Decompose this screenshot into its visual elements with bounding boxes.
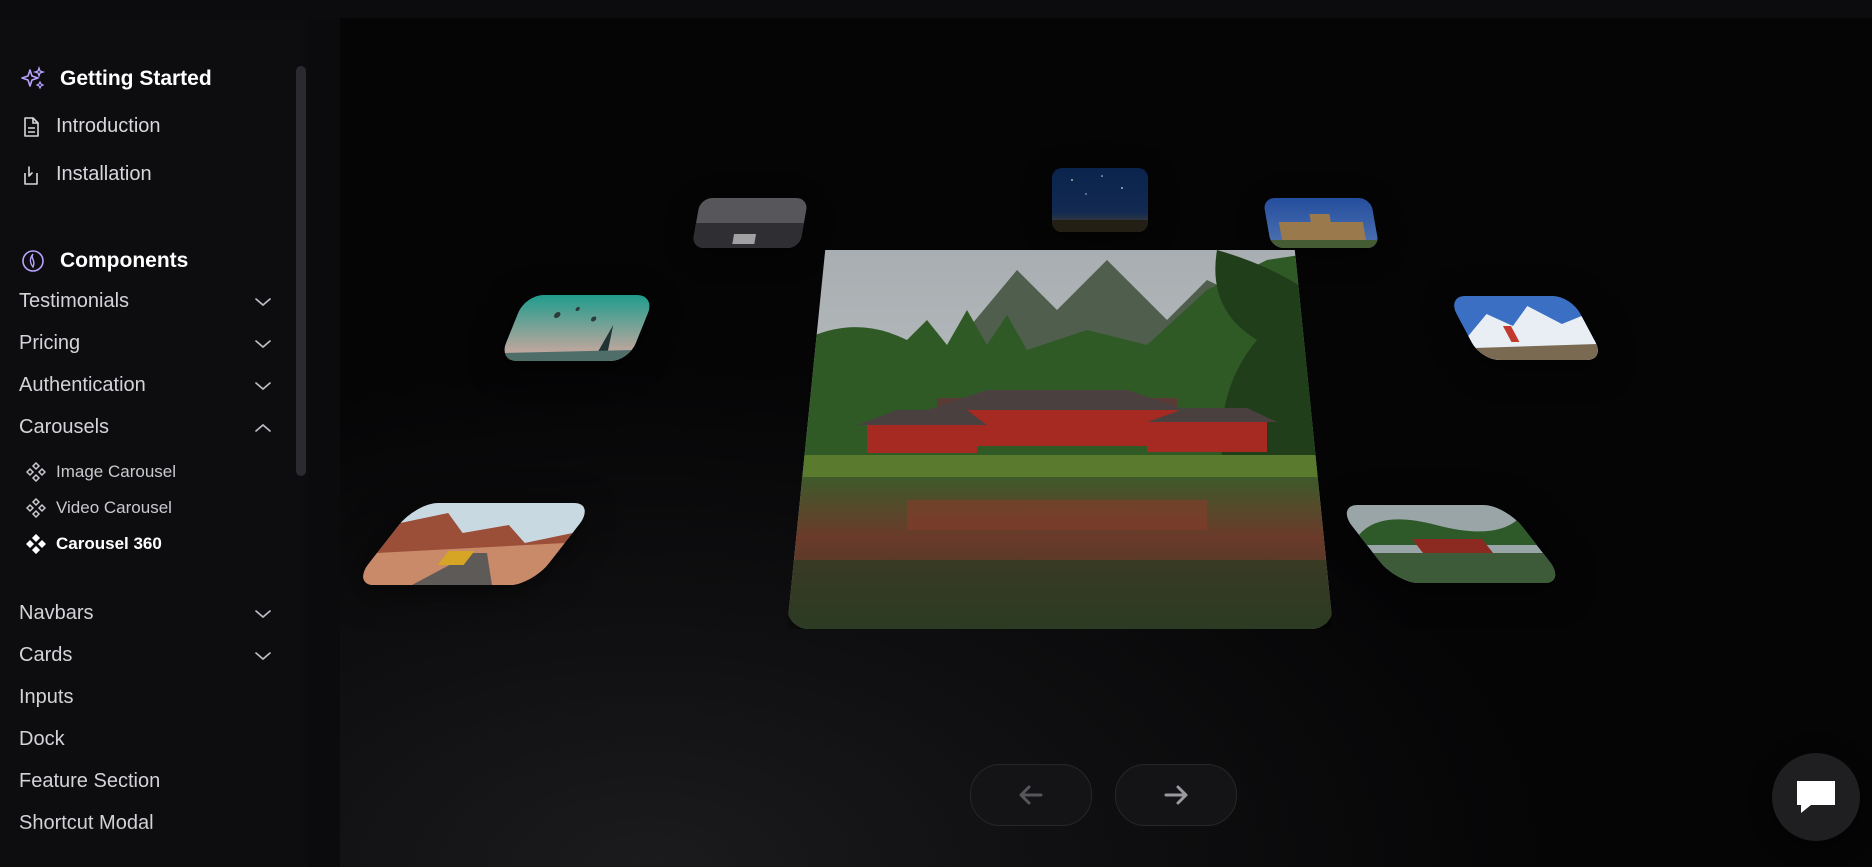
carousel-stage (340, 18, 1872, 867)
chevron-up-icon (253, 418, 273, 438)
component-diamond-icon (26, 462, 46, 482)
sidebar-group-label: Pricing (19, 332, 81, 354)
document-icon (20, 116, 42, 138)
sidebar-item-introduction[interactable]: Introduction (20, 115, 161, 138)
carousel-image-city-dusk[interactable] (691, 198, 809, 248)
arrow-right-icon (1164, 785, 1188, 805)
carousel-prev-button[interactable] (970, 764, 1092, 826)
chat-bubble-icon (1797, 781, 1835, 813)
carousel-image-starry-night[interactable] (1052, 168, 1148, 232)
section-title: Getting Started (60, 67, 212, 90)
sidebar-item-image-carousel[interactable]: Image Carousel (26, 462, 176, 482)
sidebar-group-authentication[interactable]: Authentication (19, 374, 273, 397)
install-icon (20, 164, 42, 186)
chevron-down-icon (253, 376, 273, 396)
carousel-image-red-temple-small[interactable] (1335, 505, 1567, 583)
sidebar-item-carousel-360[interactable]: Carousel 360 (26, 534, 162, 554)
sidebar-item-label: Carousel 360 (56, 534, 162, 553)
sidebar-item-label: Dock (19, 728, 65, 750)
sidebar-fade (0, 826, 294, 867)
sidebar-group-label: Navbars (19, 602, 94, 624)
sidebar-group-navbars[interactable]: Navbars (19, 602, 273, 625)
sidebar-group-testimonials[interactable]: Testimonials (19, 290, 273, 313)
chat-button[interactable] (1772, 753, 1860, 841)
arrow-left-icon (1019, 785, 1043, 805)
section-components: Components (20, 248, 188, 274)
panel-divider (308, 18, 341, 867)
sidebar-item-label: Feature Section (19, 770, 161, 792)
sidebar-group-label: Authentication (19, 374, 146, 396)
carousel-image-featured[interactable] (787, 250, 1333, 629)
chevron-down-icon (253, 334, 273, 354)
sidebar-item-video-carousel[interactable]: Video Carousel (26, 498, 172, 518)
sidebar-item-inputs[interactable]: Inputs (19, 686, 273, 709)
component-diamond-icon (26, 498, 46, 518)
section-title: Components (60, 249, 189, 272)
sidebar: Getting Started Introduction Installatio… (0, 18, 308, 867)
chevron-down-icon (253, 646, 273, 666)
sidebar-group-cards[interactable]: Cards (19, 644, 273, 667)
sidebar-item-label: Video Carousel (56, 498, 172, 517)
chevron-down-icon (253, 292, 273, 312)
sidebar-group-carousels[interactable]: Carousels (19, 416, 273, 439)
sidebar-item-label: Installation (56, 163, 152, 185)
sidebar-item-label: Image Carousel (56, 462, 177, 481)
sparkles-icon (20, 66, 46, 92)
carousel-next-button[interactable] (1115, 764, 1237, 826)
sidebar-item-feature-section[interactable]: Feature Section (19, 770, 273, 793)
sidebar-item-label: Inputs (19, 686, 74, 708)
sidebar-item-installation[interactable]: Installation (20, 163, 152, 186)
carousel-image-desert-road[interactable] (351, 503, 597, 585)
sidebar-group-pricing[interactable]: Pricing (19, 332, 273, 355)
carousel-image-mountain-hiker[interactable] (1446, 296, 1606, 360)
carousel-image-palace[interactable] (1262, 198, 1380, 248)
sidebar-item-label: Introduction (56, 115, 161, 137)
sidebar-item-dock[interactable]: Dock (19, 728, 273, 751)
sidebar-group-label: Carousels (19, 416, 110, 438)
sidebar-scrollbar-thumb[interactable] (296, 66, 306, 476)
section-getting-started: Getting Started (20, 66, 212, 92)
component-diamond-icon (26, 534, 46, 554)
components-icon (20, 248, 46, 274)
top-bar (0, 0, 1872, 19)
chevron-down-icon (253, 604, 273, 624)
sidebar-group-label: Cards (19, 644, 73, 666)
carousel-image-balloons-teal[interactable] (498, 295, 656, 361)
sidebar-group-label: Testimonials (19, 290, 130, 312)
